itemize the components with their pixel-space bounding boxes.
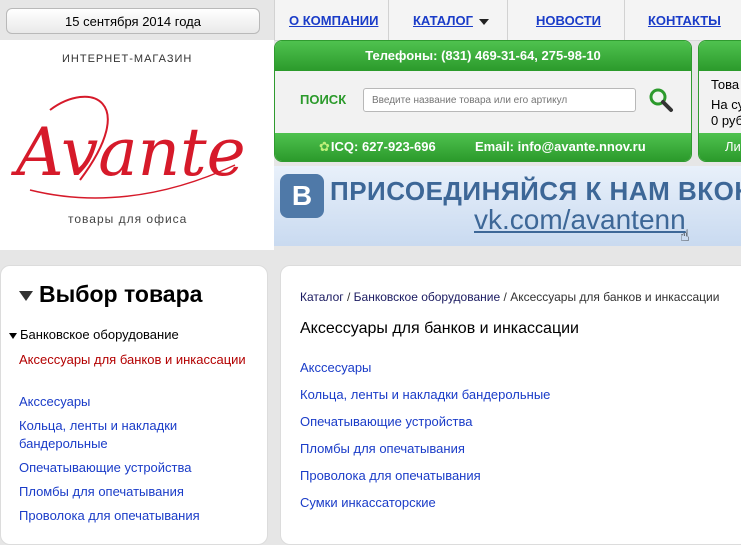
nav-contacts[interactable]: КОНТАКТЫ (648, 0, 721, 40)
cart-top-bar (699, 41, 741, 71)
sidebar-title: Выбор товара (19, 281, 202, 308)
sidebar-item[interactable]: Кольца, ленты и накладки бандерольные (19, 417, 259, 453)
current-date: 15 сентября 2014 года (65, 14, 201, 29)
logo-script-text: Avante (10, 114, 246, 191)
nav-separator (624, 0, 625, 40)
breadcrumb-separator: / (503, 290, 507, 304)
main-content: Каталог / Банковское оборудование / Аксе… (280, 265, 741, 545)
avante-logo: Avante (10, 95, 246, 199)
cart-link[interactable]: Ли (699, 133, 741, 161)
breadcrumb-catalog[interactable]: Каталог (300, 290, 344, 304)
pointer-hand-icon: ☝ (680, 228, 690, 245)
vk-banner[interactable]: B ПРИСОЕДИНЯЙСЯ К НАМ ВКОН vk.com/avante… (274, 166, 741, 246)
subcategory-link[interactable]: Сумки инкассаторские (300, 495, 436, 510)
subcategory-link[interactable]: Кольца, ленты и накладки бандерольные (300, 387, 550, 402)
subcategory-link[interactable]: Пломбы для опечатывания (300, 441, 465, 456)
subcategory-link[interactable]: Проволока для опечатывания (300, 468, 481, 483)
sidebar-category[interactable]: Банковское оборудование (9, 327, 179, 342)
email-link[interactable]: info@avante.nnov.ru (518, 139, 646, 154)
breadcrumb-current: Аксессуары для банков и инкассации (510, 290, 720, 304)
search-input[interactable] (363, 88, 636, 112)
nav-separator (388, 0, 389, 40)
page-title: Аксессуары для банков и инкассации (300, 320, 579, 337)
cart-title: Това (711, 77, 740, 92)
sidebar-item[interactable]: Акссесуары (19, 393, 259, 411)
icq-flower-icon: ✿ (319, 139, 330, 154)
vk-banner-headline: ПРИСОЕДИНЯЙСЯ К НАМ ВКОН (330, 176, 741, 206)
breadcrumb: Каталог / Банковское оборудование / Аксе… (300, 290, 719, 304)
search-icon[interactable] (648, 87, 674, 113)
sidebar-category-label: Банковское оборудование (20, 327, 179, 342)
logo-top-text: ИНТЕРНЕТ-МАГАЗИН (62, 53, 193, 65)
sidebar-item[interactable]: Опечатывающие устройства (19, 459, 259, 477)
cart-sum-value: 0 руб (711, 113, 741, 128)
vk-banner-url: vk.com/avantenn (474, 204, 686, 235)
vk-logo-icon: B (280, 174, 324, 218)
sidebar-title-text: Выбор товара (39, 281, 203, 307)
sidebar-item[interactable]: Пломбы для опечатывания (19, 483, 259, 501)
triangle-down-icon (9, 332, 17, 339)
sidebar-item[interactable]: Проволока для опечатывания (19, 507, 259, 525)
contact-search-panel: Телефоны: (831) 469-31-64, 275-98-10 ПОИ… (274, 40, 692, 162)
nav-catalog-label: КАТАЛОГ (413, 13, 473, 28)
subcategory-link[interactable]: Акссесуары (300, 360, 371, 375)
breadcrumb-category[interactable]: Банковское оборудование (354, 290, 501, 304)
email-info: Email: info@avante.nnov.ru (475, 133, 646, 161)
cart-panel: Това На су 0 руб Ли (698, 40, 741, 162)
icq-info: ✿ICQ: 627-923-696 (319, 133, 436, 161)
nav-separator (507, 0, 508, 40)
icq-email-bar: ✿ICQ: 627-923-696 Email: info@avante.nno… (275, 133, 691, 161)
logo-tagline: товары для офиса (68, 212, 188, 226)
nav-separator (274, 0, 275, 40)
nav-news[interactable]: НОВОСТИ (536, 0, 601, 40)
top-nav: О КОМПАНИИ КАТАЛОГ НОВОСТИ КОНТАКТЫ (274, 0, 741, 41)
phones-text: Телефоны: (831) 469-31-64, 275-98-10 (275, 41, 691, 71)
email-label: Email: (475, 139, 515, 154)
sidebar: Выбор товара Банковское оборудование Акс… (0, 265, 268, 545)
nav-catalog[interactable]: КАТАЛОГ (413, 0, 489, 40)
nav-about[interactable]: О КОМПАНИИ (289, 0, 378, 40)
cart-sum-label: На су (711, 97, 741, 112)
date-box: 15 сентября 2014 года (6, 8, 260, 34)
logo-area[interactable]: ИНТЕРНЕТ-МАГАЗИН Avante товары для офиса (0, 40, 274, 250)
triangle-down-icon (19, 290, 33, 301)
search-label: ПОИСК (300, 92, 347, 107)
subcategory-link[interactable]: Опечатывающие устройства (300, 414, 472, 429)
chevron-down-icon (478, 18, 489, 25)
sidebar-item-active[interactable]: Аксессуары для банков и инкассации (19, 351, 259, 369)
breadcrumb-separator: / (346, 290, 351, 304)
icq-number: ICQ: 627-923-696 (330, 139, 436, 154)
